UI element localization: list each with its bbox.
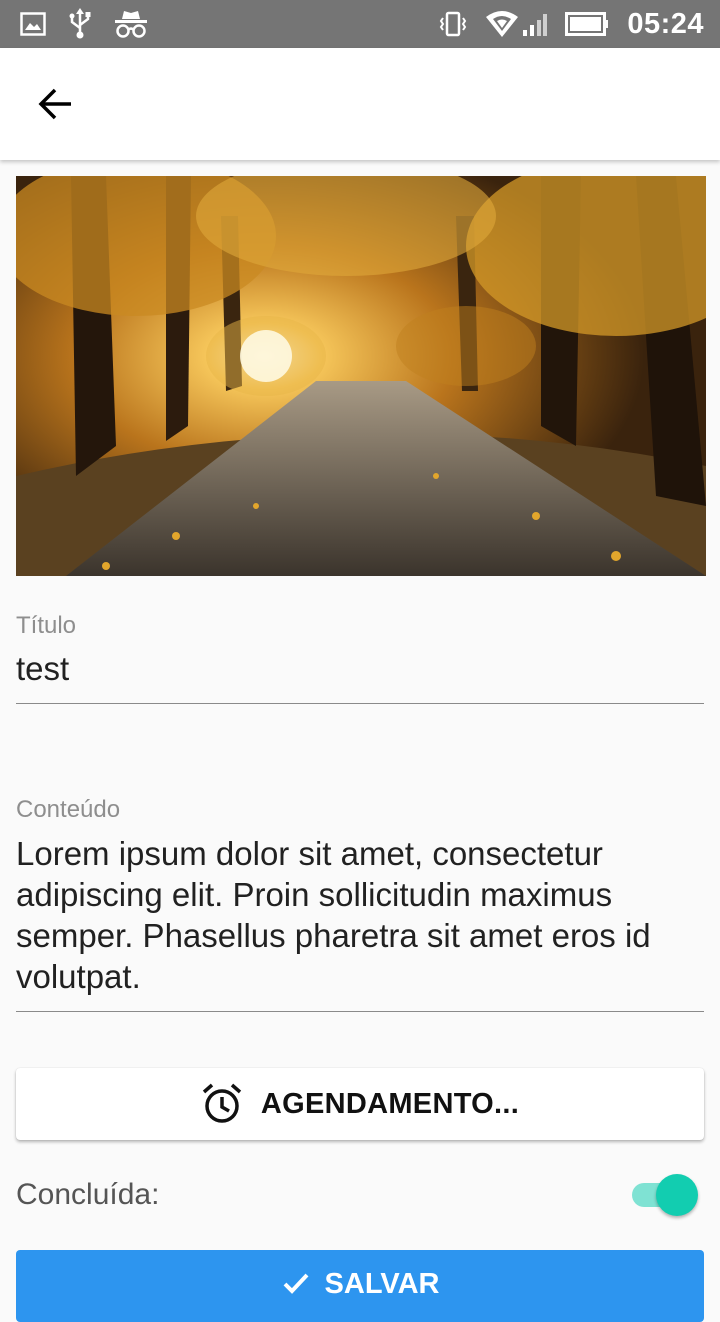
content-underline	[16, 1011, 704, 1012]
back-button[interactable]	[28, 76, 84, 132]
image-icon	[20, 12, 46, 36]
wifi-icon	[486, 11, 548, 37]
arrow-back-icon	[38, 88, 71, 120]
save-button-label: SALVAR	[324, 1268, 440, 1300]
alarm-icon	[202, 1083, 242, 1123]
status-time: 05:24	[627, 7, 704, 40]
note-image[interactable]	[16, 176, 706, 576]
autumn-road-photo	[16, 176, 706, 576]
content-label: Conteúdo	[16, 796, 121, 823]
schedule-button-label: AGENDAMENTO...	[260, 1087, 520, 1120]
status-bar-right: 05:24	[439, 8, 704, 40]
vibrate-icon	[440, 11, 467, 37]
battery-icon	[565, 12, 609, 36]
content-input[interactable]: Lorem ipsum dolor sit amet, consectetur …	[16, 833, 704, 997]
schedule-button[interactable]: AGENDAMENTO...	[16, 1068, 704, 1140]
check-icon	[283, 1273, 308, 1294]
usb-icon	[69, 8, 91, 39]
completed-switch[interactable]	[632, 1174, 698, 1216]
status-bar: 05:24	[0, 0, 720, 48]
title-label: Título	[16, 612, 77, 639]
app-bar	[0, 48, 720, 160]
switch-thumb	[656, 1174, 698, 1216]
status-bar-left	[20, 8, 148, 40]
title-underline	[16, 703, 704, 704]
completed-label: Concluída:	[16, 1178, 160, 1211]
save-button[interactable]: SALVAR	[16, 1250, 704, 1322]
title-input[interactable]: test	[16, 650, 69, 688]
incognito-icon	[115, 11, 147, 38]
